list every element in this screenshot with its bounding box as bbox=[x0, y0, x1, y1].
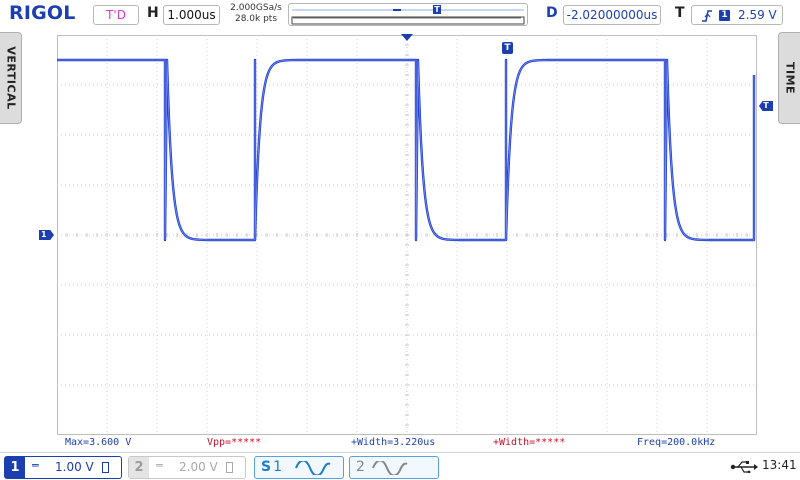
channel2-coupling-icon: ═ bbox=[156, 459, 163, 472]
trigger-status-indicator[interactable]: T'D bbox=[93, 5, 139, 25]
measurement-freq[interactable]: Freq=200.0kHz bbox=[637, 436, 715, 450]
memory-position-bar[interactable]: T bbox=[288, 3, 528, 26]
channel1-ground-marker[interactable]: 1 bbox=[39, 230, 54, 240]
memory-trigger-marker: T bbox=[433, 5, 441, 14]
acquisition-info: 2.000GSa/s 28.0k pts bbox=[226, 3, 286, 25]
channel-status-bar: 1 ═ 1.00 V 2 ═ 2.00 V S1 2 13:41 bbox=[0, 452, 800, 480]
usb-icon bbox=[730, 461, 758, 473]
vertical-menu-tab[interactable]: VERTICAL bbox=[0, 32, 22, 124]
decode1-label: S1 bbox=[261, 459, 283, 475]
channel1-settings[interactable]: 1 ═ 1.00 V bbox=[4, 456, 122, 479]
sine-wave-icon-2 bbox=[372, 461, 408, 475]
memory-waveform-preview bbox=[291, 9, 525, 25]
rising-edge-icon bbox=[702, 10, 712, 22]
horizontal-label: H bbox=[147, 5, 159, 21]
channel1-waveform bbox=[57, 58, 756, 242]
measurement-bar: Max=3.600 V Vpp=***** +Width=3.220us +Wi… bbox=[57, 436, 757, 450]
top-status-bar: RIGOL T'D H 1.000us 2.000GSa/s 28.0k pts… bbox=[0, 0, 800, 30]
timebase-value[interactable]: 1.000us bbox=[163, 5, 220, 25]
trigger-source-badge: 1 bbox=[719, 10, 730, 21]
decode1-settings[interactable]: S1 bbox=[254, 456, 344, 479]
system-clock: 13:41 bbox=[762, 458, 797, 472]
decode2-settings[interactable]: 2 bbox=[349, 456, 439, 479]
channel2-number: 2 bbox=[129, 457, 149, 478]
measurement-pos-width-ch2[interactable]: +Width=***** bbox=[493, 436, 565, 450]
channel1-waveform-highlight bbox=[57, 59, 755, 241]
horizontal-delay-value[interactable]: -2.02000000us bbox=[563, 5, 661, 25]
time-tab-label: TIME bbox=[783, 61, 796, 95]
trigger-t-marker[interactable]: T bbox=[502, 42, 513, 54]
channel1-scale: 1.00 V bbox=[55, 460, 94, 474]
sample-rate: 2.000GSa/s bbox=[230, 3, 282, 13]
channel1-coupling-icon: ═ bbox=[32, 459, 39, 472]
channel2-settings[interactable]: 2 ═ 2.00 V bbox=[128, 456, 246, 479]
channel2-scale: 2.00 V bbox=[179, 460, 218, 474]
channel1-number: 1 bbox=[5, 457, 25, 478]
trigger-level-value: 2.59 V bbox=[738, 8, 777, 22]
time-menu-tab[interactable]: TIME bbox=[778, 32, 800, 124]
waveform-display[interactable] bbox=[57, 35, 757, 435]
memory-depth: 28.0k pts bbox=[234, 14, 278, 24]
channel2-bandwidth-icon bbox=[226, 462, 233, 473]
measurement-pos-width[interactable]: +Width=3.220us bbox=[351, 436, 435, 450]
brand-logo: RIGOL bbox=[9, 2, 76, 24]
trigger-label: T bbox=[675, 5, 685, 21]
trigger-settings[interactable]: 1 2.59 V bbox=[691, 5, 783, 25]
measurement-vpp[interactable]: Vpp=***** bbox=[207, 436, 261, 450]
measurement-max[interactable]: Max=3.600 V bbox=[65, 436, 131, 450]
bandwidth-icon bbox=[102, 462, 109, 473]
trigger-level-marker[interactable]: T bbox=[759, 101, 773, 111]
decode2-label: 2 bbox=[356, 459, 365, 475]
sine-wave-icon bbox=[295, 461, 331, 475]
graticule bbox=[57, 35, 757, 435]
trigger-position-marker[interactable] bbox=[401, 34, 413, 42]
delay-label: D bbox=[546, 5, 558, 21]
vertical-tab-label: VERTICAL bbox=[4, 46, 17, 110]
